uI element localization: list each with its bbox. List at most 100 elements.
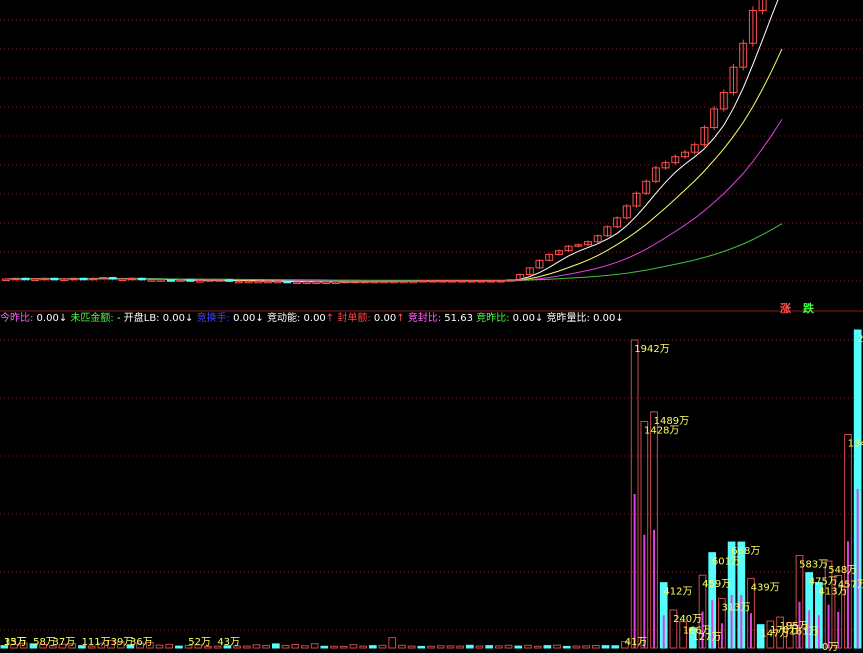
candle xyxy=(166,279,175,282)
price-grid xyxy=(0,19,863,282)
candle xyxy=(263,280,272,284)
candle xyxy=(225,279,234,282)
volume-label: 2005万 xyxy=(857,334,863,345)
candle xyxy=(244,280,253,284)
volume-bar xyxy=(155,644,164,649)
volume-bar xyxy=(262,644,271,649)
candle xyxy=(293,281,301,285)
volume-bar xyxy=(359,645,367,649)
indicator-value: 0.00 xyxy=(370,313,397,324)
volume-label: 439万 xyxy=(751,582,780,593)
indicator-value: 0.00 xyxy=(509,313,535,324)
volume-bar xyxy=(572,645,581,649)
volume-bar xyxy=(533,645,542,649)
indicator-arrow: ↑ xyxy=(396,313,408,324)
volume-bar xyxy=(611,645,620,649)
volume-bar xyxy=(388,637,397,649)
volume-label: 668万 xyxy=(731,546,760,557)
volume-label: 52万 xyxy=(188,637,211,648)
volume-label: 41万 xyxy=(625,637,648,648)
indicator-label: 竞昨比: xyxy=(476,313,510,324)
volume-label: 457万 xyxy=(838,580,863,591)
moving-averages xyxy=(5,0,783,283)
volume-bars xyxy=(0,329,862,649)
indicator-0: 今昨比: 0.00↓ xyxy=(0,313,70,324)
stock-chart: 33万 58万37万 111万 39万36万15万 52万 43万 41万1942万1489… xyxy=(0,0,863,653)
volume-label: 548万 xyxy=(828,565,857,576)
candle xyxy=(331,281,340,285)
volume-label: 111万 xyxy=(82,637,111,648)
volume-bar xyxy=(456,645,464,649)
volume-bar xyxy=(446,645,455,649)
volume-label: 240万 xyxy=(673,614,702,625)
indicator-arrow: ↑ xyxy=(325,313,338,324)
candle xyxy=(283,280,292,284)
indicator-7: 竞昨比: 0.00↓ xyxy=(476,313,546,324)
indicator-label: 封单额: xyxy=(337,313,371,324)
volume-label: 412万 xyxy=(663,587,692,598)
volume-bar xyxy=(407,645,416,649)
volume-bar xyxy=(582,645,590,649)
indicator-value: 51.63 xyxy=(441,313,473,324)
candle xyxy=(254,280,263,284)
volume-bar xyxy=(330,645,338,649)
indicator-6: 竞封比: 51.63 xyxy=(408,313,476,324)
volume-label: 36万 xyxy=(130,637,153,648)
volume-bar xyxy=(417,645,426,649)
volume-inner-bar xyxy=(749,613,752,648)
candle xyxy=(21,277,30,281)
volume-inner-bar xyxy=(653,529,656,648)
indicator-value: 0.00 xyxy=(229,313,256,324)
indicator-4: 竞动能: 0.00↑ xyxy=(267,313,337,324)
volume-bar xyxy=(562,645,571,649)
indicator-arrow: ↓ xyxy=(58,313,71,324)
volume-inner-bar xyxy=(662,615,665,648)
volume-label: 313万 xyxy=(722,602,751,613)
candle xyxy=(273,280,282,284)
indicator-value: 0.00 xyxy=(589,313,616,324)
volume-inner-bar xyxy=(633,493,636,648)
candle xyxy=(312,281,321,285)
volume-bar xyxy=(368,645,377,649)
indicator-label: 未匹金额: xyxy=(70,313,114,324)
volume-label: 1346万 xyxy=(848,439,863,450)
volume-bar xyxy=(465,644,474,649)
volume-bar xyxy=(485,645,494,649)
indicator-1: 未匹金额: - xyxy=(70,313,123,324)
volume-bar xyxy=(301,645,309,649)
indicator-arrow: ↓ xyxy=(185,313,197,324)
volume-label: 459万 xyxy=(702,579,731,590)
indicator-arrow: ↓ xyxy=(255,313,267,324)
volume-label: 583万 xyxy=(799,560,828,571)
volume-bar xyxy=(272,643,280,649)
volume-bar xyxy=(378,644,387,649)
candle xyxy=(50,277,59,281)
indicator-label: 竞昨量比: xyxy=(546,313,590,324)
candle xyxy=(108,277,117,280)
candle xyxy=(302,281,311,285)
indicator-label: 今昨比: xyxy=(0,313,34,324)
volume-label: 1428万 xyxy=(644,426,679,437)
indicator-2: 开盘LB: 0.00↓ xyxy=(124,313,197,324)
volume-bar xyxy=(310,643,319,649)
volume-bar xyxy=(601,645,610,649)
volume-label: 37万 xyxy=(52,637,75,648)
volume-label: 1942万 xyxy=(634,344,669,355)
indicator-value: 0.00 xyxy=(300,313,326,324)
indicator-3: 竞换手: 0.00↓ xyxy=(197,313,267,324)
volume-bar xyxy=(165,643,174,649)
candle xyxy=(234,280,243,284)
indicator-label: 开盘LB: xyxy=(123,313,160,324)
volume-bar xyxy=(252,644,261,649)
indicator-label: 竞动能: xyxy=(266,313,301,324)
indicator-arrow: ↓ xyxy=(534,313,547,324)
volume-bar xyxy=(242,645,251,649)
volume-bar xyxy=(543,645,552,649)
candle xyxy=(186,279,195,282)
volume-bar xyxy=(504,644,513,649)
volume-bar xyxy=(291,644,300,649)
volume-label: 166万 xyxy=(683,626,712,637)
volume-bar xyxy=(436,645,445,649)
volume-bar xyxy=(175,645,183,649)
candlesticks xyxy=(2,0,767,285)
